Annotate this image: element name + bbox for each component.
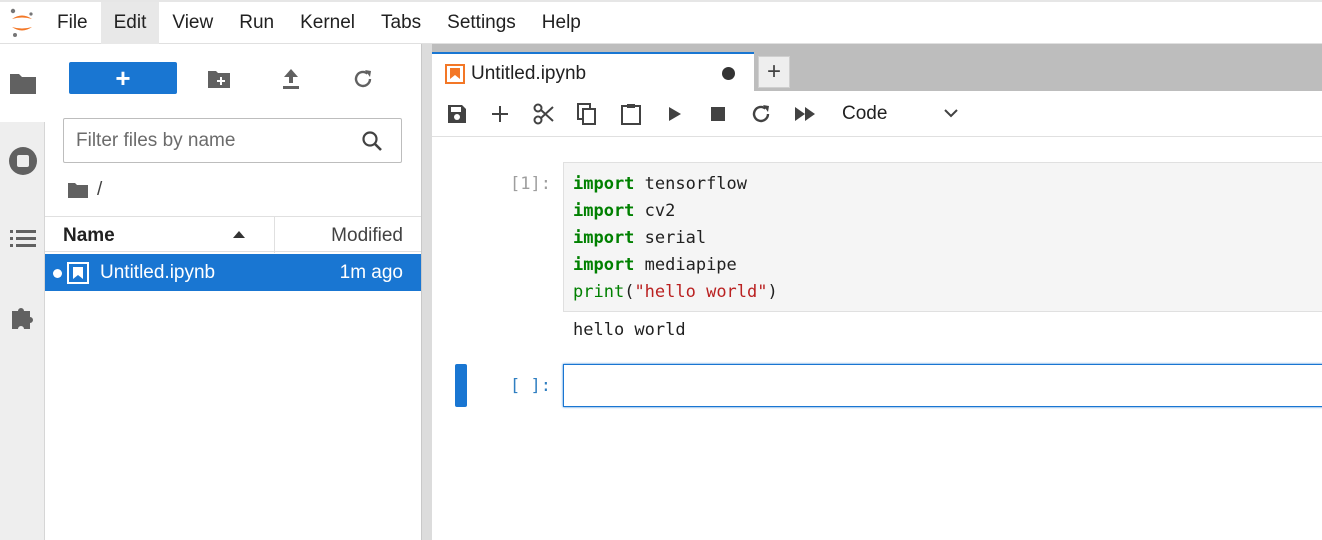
file-browser-tab[interactable] <box>0 44 46 122</box>
add-tab-button[interactable]: + <box>758 56 790 88</box>
code-line: import mediapipe <box>573 252 1322 279</box>
cell-prompt: [1]: <box>510 174 551 194</box>
file-browser-panel: + / Name Modified Untitled.ipynb 1m ago <box>45 44 421 540</box>
new-launcher-button[interactable]: + <box>69 62 177 94</box>
filter-files-input[interactable] <box>76 129 346 152</box>
notebook-area: Untitled.ipynb + Code [1]: import tensor… <box>432 44 1322 540</box>
menu-kernel[interactable]: Kernel <box>287 2 368 44</box>
active-cell-indicator[interactable] <box>455 364 467 407</box>
jupyter-logo-icon <box>0 2 44 44</box>
tab-untitled-notebook[interactable]: Untitled.ipynb <box>432 52 754 91</box>
notebook-icon <box>67 262 89 284</box>
play-icon <box>669 107 681 121</box>
file-list-header: Name Modified <box>45 216 421 253</box>
scissors-icon <box>533 103 554 125</box>
fast-forward-icon <box>795 107 815 121</box>
menu-help[interactable]: Help <box>529 2 594 44</box>
code-text: cv2 <box>634 201 676 221</box>
notebook-toolbar: Code <box>432 91 1322 137</box>
notebook-icon <box>445 64 465 84</box>
file-list-item[interactable]: Untitled.ipynb 1m ago <box>45 254 421 291</box>
table-of-contents-tab[interactable] <box>0 200 45 278</box>
breadcrumb-root[interactable]: / <box>97 179 102 201</box>
folder-icon <box>10 74 36 94</box>
filter-files-box <box>63 118 402 163</box>
code-paren: ( <box>624 282 635 302</box>
menu-run[interactable]: Run <box>226 2 287 44</box>
code-cell-input-active[interactable] <box>563 364 1322 407</box>
code-keyword: import <box>573 228 635 248</box>
tab-label: Untitled.ipynb <box>471 63 587 84</box>
column-modified-header[interactable]: Modified <box>331 225 403 247</box>
code-cell-input[interactable]: import tensorflow import cv2 import serial… <box>563 162 1322 312</box>
search-icon <box>362 131 382 151</box>
unsaved-dot-icon[interactable] <box>722 67 735 80</box>
code-keyword: import <box>573 201 635 221</box>
interrupt-kernel-button[interactable] <box>706 102 730 126</box>
upload-icon <box>283 69 299 89</box>
menu-view[interactable]: View <box>159 2 226 44</box>
activity-bar <box>0 44 46 540</box>
running-sessions-tab[interactable] <box>0 122 45 200</box>
upload-button[interactable] <box>278 66 304 92</box>
restart-run-all-button[interactable] <box>793 102 817 126</box>
code-text: mediapipe <box>634 255 737 275</box>
folder-icon[interactable] <box>67 181 89 199</box>
code-line: import serial <box>573 225 1322 252</box>
cell-prompt: [ ]: <box>510 376 551 396</box>
stop-circle-icon <box>8 147 37 175</box>
panel-splitter[interactable] <box>421 44 432 540</box>
restart-kernel-button[interactable] <box>749 102 773 126</box>
insert-cell-button[interactable] <box>488 102 512 126</box>
new-folder-icon <box>208 71 230 88</box>
list-icon <box>9 230 36 247</box>
code-text: serial <box>634 228 707 248</box>
menu-edit[interactable]: Edit <box>100 1 160 44</box>
paste-icon <box>621 104 641 125</box>
running-indicator-icon <box>53 269 62 278</box>
menu-tabs[interactable]: Tabs <box>368 2 434 44</box>
cell-output: hello world <box>573 320 686 340</box>
code-builtin: print <box>573 282 625 302</box>
code-line: import tensorflow <box>573 171 1322 198</box>
refresh-icon <box>354 70 372 88</box>
cell-type-select[interactable]: Code <box>842 103 887 125</box>
chevron-down-icon[interactable] <box>944 103 958 123</box>
cut-button[interactable] <box>532 102 556 126</box>
menu-bar: File Edit View Run Kernel Tabs Settings … <box>0 0 1322 44</box>
menu-settings[interactable]: Settings <box>434 2 529 44</box>
code-keyword: import <box>573 174 635 194</box>
save-button[interactable] <box>445 102 469 126</box>
column-divider <box>274 217 275 253</box>
tab-bar: Untitled.ipynb + <box>432 44 1322 91</box>
save-icon <box>448 105 466 123</box>
code-string: "hello world" <box>634 282 768 302</box>
stop-icon <box>711 107 725 121</box>
sort-ascending-icon <box>233 231 245 238</box>
refresh-button[interactable] <box>350 66 376 92</box>
code-paren: ) <box>767 282 778 302</box>
breadcrumb: / <box>67 178 102 202</box>
file-modified: 1m ago <box>339 262 403 283</box>
file-name: Untitled.ipynb <box>100 262 216 283</box>
file-browser-toolbar: + <box>45 44 421 110</box>
refresh-icon <box>752 105 770 123</box>
run-cell-button[interactable] <box>663 102 687 126</box>
puzzle-icon <box>11 308 33 329</box>
code-text: tensorflow <box>634 174 748 194</box>
column-name-header[interactable]: Name <box>63 225 115 247</box>
extensions-tab[interactable] <box>0 278 45 356</box>
new-folder-button[interactable] <box>206 66 232 92</box>
copy-icon <box>577 103 596 125</box>
code-line: print("hello world") <box>573 279 1322 306</box>
menu-file[interactable]: File <box>44 2 101 44</box>
copy-button[interactable] <box>575 102 599 126</box>
code-keyword: import <box>573 255 635 275</box>
plus-icon: + <box>115 63 131 93</box>
code-line: import cv2 <box>573 198 1322 225</box>
paste-button[interactable] <box>619 102 643 126</box>
plus-icon <box>492 106 508 122</box>
